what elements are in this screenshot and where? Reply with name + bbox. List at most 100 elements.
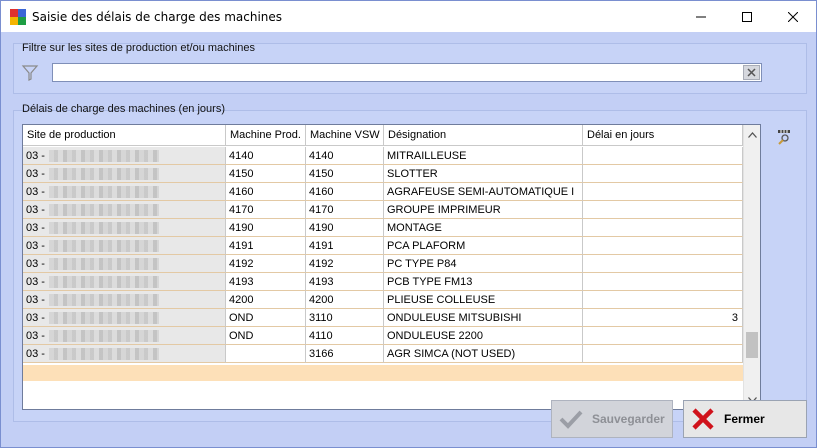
table-row[interactable]: 03 -4170 4170 GROUPE IMPRIMEUR [23,201,743,219]
cell-machine-prod: OND [226,327,306,345]
vertical-scrollbar[interactable] [743,125,760,409]
grid-rows: 03 -4140 4140 MITRAILLEUSE 03 -4150 4150 SLOT… [23,147,743,363]
cell-machine-vsw: 4191 [306,237,384,255]
window-title: Saisie des délais de charge des machines [32,9,283,24]
new-row[interactable] [23,365,743,381]
cell-delai[interactable] [583,291,743,309]
close-icon [788,11,798,22]
redacted-site-name [49,150,159,162]
cell-machine-vsw: 4200 [306,291,384,309]
close-window-button[interactable] [770,1,816,32]
cell-delai[interactable]: 3 [583,309,743,327]
cell-site: 03 - [23,345,226,363]
table-row[interactable]: 03 - OND 4110 ONDULEUSE 2200 [23,327,743,345]
cell-delai[interactable] [583,255,743,273]
machines-grid: Site de production Machine Prod. Machine… [22,124,761,410]
cell-site: 03 - [23,237,226,255]
minimize-icon [696,16,706,17]
maximize-button[interactable] [724,1,770,32]
redacted-site-name [49,222,159,234]
cell-machine-prod: 4191 [226,237,306,255]
cell-delai[interactable] [583,165,743,183]
table-row[interactable]: 03 -4191 4191 PCA PLAFORM [23,237,743,255]
cell-designation: GROUPE IMPRIMEUR [384,201,583,219]
filter-input[interactable] [52,63,762,82]
save-button[interactable]: Sauvegarder [551,400,673,438]
table-row[interactable]: 03 -4200 4200 PLIEUSE COLLEUSE [23,291,743,309]
main-window: Saisie des délais de charge des machines… [0,0,817,448]
filter-label: Filtre sur les sites de production et/ou… [22,42,255,54]
cell-machine-prod: 4150 [226,165,306,183]
cell-delai[interactable] [583,273,743,291]
column-header-machine-prod[interactable]: Machine Prod. [226,125,306,146]
scroll-up-arrow-icon[interactable] [744,126,760,143]
column-header-delai[interactable]: Délai en jours [583,125,743,146]
column-header-site[interactable]: Site de production [23,125,226,146]
cell-machine-vsw: 3110 [306,309,384,327]
cell-designation: AGR SIMCA (NOT USED) [384,345,583,363]
cell-site: 03 - [23,309,226,327]
cell-site: 03 - [23,201,226,219]
checkmark-icon [558,406,584,432]
table-row[interactable]: 03 -4140 4140 MITRAILLEUSE [23,147,743,165]
title-bar[interactable]: Saisie des délais de charge des machines [1,1,816,32]
cell-machine-prod: 4160 [226,183,306,201]
redacted-site-name [49,312,159,324]
cell-machine-prod: 4192 [226,255,306,273]
cell-designation: PCA PLAFORM [384,237,583,255]
cell-designation: PC TYPE P84 [384,255,583,273]
cell-site: 03 - [23,219,226,237]
table-row[interactable]: 03 - OND 3110 ONDULEUSE MITSUBISHI 3 [23,309,743,327]
minimize-button[interactable] [678,1,724,32]
cell-designation: PLIEUSE COLLEUSE [384,291,583,309]
cell-machine-vsw: 4193 [306,273,384,291]
app-icon [10,8,26,25]
table-row[interactable]: 03 -4160 4160 AGRAFEUSE SEMI-AUTOMATIQUE I [23,183,743,201]
cell-delai[interactable] [583,327,743,345]
column-header-designation[interactable]: Désignation [384,125,583,146]
save-button-label: Sauvegarder [592,412,665,426]
cell-machine-prod: OND [226,309,306,327]
cell-delai[interactable] [583,147,743,165]
maximize-icon [742,11,752,22]
cell-site: 03 - [23,255,226,273]
cell-machine-prod: 4190 [226,219,306,237]
cell-designation: AGRAFEUSE SEMI-AUTOMATIQUE I [384,183,583,201]
scroll-thumb[interactable] [746,332,758,358]
cell-machine-prod: 4193 [226,273,306,291]
redacted-site-name [49,240,159,252]
table-row[interactable]: 03 -4190 4190 MONTAGE [23,219,743,237]
cell-delai[interactable] [583,345,743,363]
cell-designation: PCB TYPE FM13 [384,273,583,291]
clear-x-icon [747,68,756,77]
cell-site: 03 - [23,183,226,201]
column-chooser-icon[interactable] [777,129,793,148]
redacted-site-name [49,330,159,342]
redacted-site-name [49,186,159,198]
clear-filter-button[interactable] [743,65,760,80]
cell-site: 03 - [23,273,226,291]
cell-machine-vsw: 4160 [306,183,384,201]
cell-delai[interactable] [583,183,743,201]
redacted-site-name [49,348,159,360]
cell-site: 03 - [23,165,226,183]
table-row[interactable]: 03 -4150 4150 SLOTTER [23,165,743,183]
cell-delai[interactable] [583,219,743,237]
table-row[interactable]: 03 -4193 4193 PCB TYPE FM13 [23,273,743,291]
grid-label: Délais de charge des machines (en jours) [22,103,225,115]
cell-delai[interactable] [583,237,743,255]
cell-machine-vsw: 4170 [306,201,384,219]
table-row[interactable]: 03 -4192 4192 PC TYPE P84 [23,255,743,273]
column-header-machine-vsw[interactable]: Machine VSW [306,125,384,146]
cell-machine-vsw: 4150 [306,165,384,183]
grid-header: Site de production Machine Prod. Machine… [23,125,743,146]
cell-machine-prod [226,345,306,363]
cell-designation: MITRAILLEUSE [384,147,583,165]
table-row[interactable]: 03 - 3166 AGR SIMCA (NOT USED) [23,345,743,363]
cell-machine-vsw: 4110 [306,327,384,345]
redacted-site-name [49,294,159,306]
close-button[interactable]: Fermer [683,400,807,438]
cell-delai[interactable] [583,201,743,219]
cell-designation: SLOTTER [384,165,583,183]
cell-machine-prod: 4140 [226,147,306,165]
